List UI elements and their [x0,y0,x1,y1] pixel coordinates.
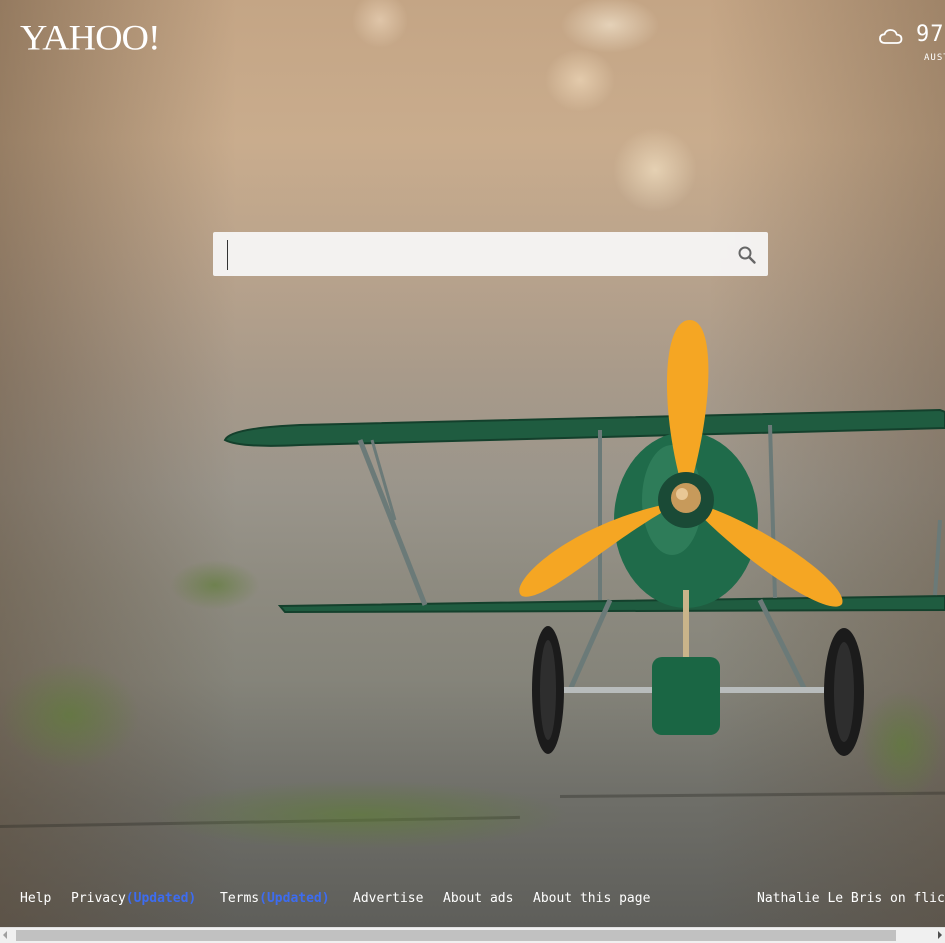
search-box [213,232,768,276]
footer-link-label: Terms [220,891,260,906]
footer: Help Privacy(Updated) Terms(Updated) Adv… [20,891,945,909]
weather-location: AUST [924,53,945,63]
footer-link-terms[interactable]: Terms(Updated) [220,891,330,906]
footer-link-label: Privacy [71,891,126,906]
footer-link-about-ads[interactable]: About ads [443,891,513,906]
updated-badge: (Updated) [125,891,197,906]
search-icon[interactable] [737,245,757,265]
footer-link-about-this-page[interactable]: About this page [533,891,650,906]
yahoo-home-page: YAHOO! 97 AUST Help Privacy(Updated) Ter… [0,0,945,943]
footer-link-label: Help [20,891,52,906]
footer-link-advertise[interactable]: Advertise [353,891,423,906]
search-input[interactable] [227,240,724,270]
photo-credit-link[interactable]: Nathalie Le Bris on flic [757,891,945,906]
updated-badge: (Updated) [259,891,330,906]
toy-airplane-image [223,320,945,756]
cloud-icon [879,29,903,44]
footer-link-help[interactable]: Help [20,891,51,906]
weather-widget[interactable]: 97 AUST [876,22,945,67]
footer-link-privacy[interactable]: Privacy(Updated) [71,891,196,906]
scrollbar-thumb[interactable] [16,930,896,941]
yahoo-logo[interactable]: YAHOO! [20,17,161,59]
weather-temperature: 97 [916,22,945,47]
scroll-left-arrow-icon[interactable] [3,931,7,939]
footer-link-label: Advertise [353,891,424,906]
horizontal-scrollbar[interactable] [0,927,945,943]
scroll-right-arrow-icon[interactable] [938,931,942,939]
footer-link-label: About this page [533,891,651,906]
footer-link-label: About ads [443,891,514,906]
